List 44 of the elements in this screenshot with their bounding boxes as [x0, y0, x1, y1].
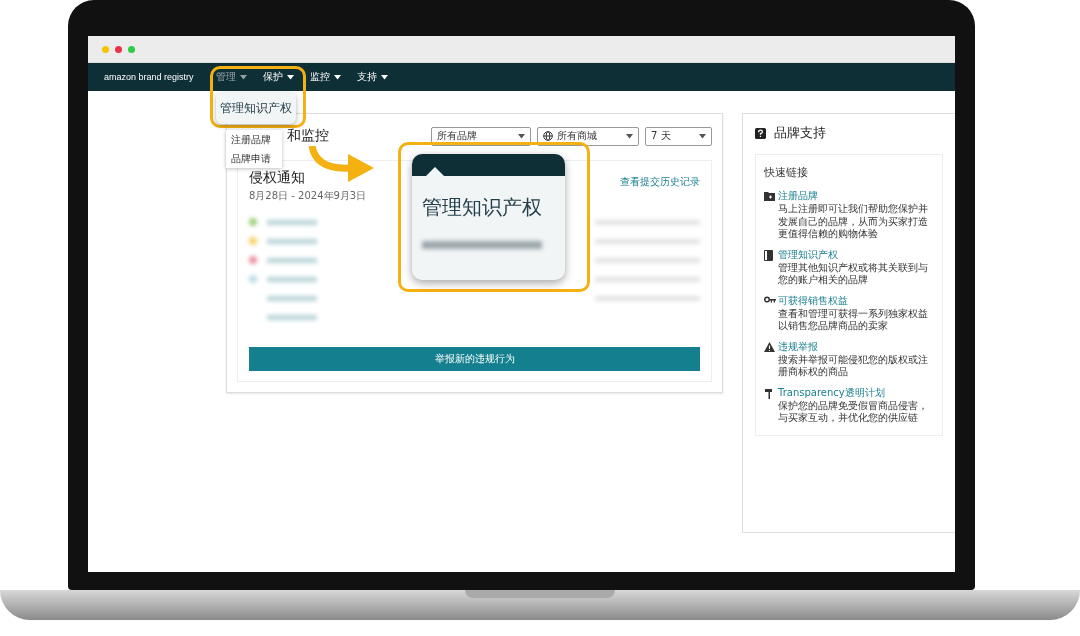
menu-item[interactable]: 管理知识产权 [412, 176, 565, 221]
window-control-dot[interactable] [115, 45, 122, 53]
history-link[interactable]: 查看提交历史记录 [620, 175, 700, 189]
book-icon [764, 249, 773, 261]
filter-select[interactable]: 7 天 [645, 126, 712, 146]
warning-icon [764, 341, 775, 352]
caret-icon [626, 133, 633, 139]
quick-link[interactable]: Transparency透明计划 [778, 385, 934, 400]
link-description: 管理其他知识产权或将其关联到与您的账户相关的品牌 [778, 261, 929, 287]
dropdown-item[interactable]: 注册品牌 [231, 132, 282, 147]
quick-link[interactable]: 违规举报 [778, 339, 934, 354]
section-title: 侵权通知 [249, 169, 306, 187]
quick-link[interactable]: 可获得销售权益 [778, 293, 934, 308]
link-description: 查看和管理可获得一系列独家权益以销售您品牌商品的卖家 [778, 307, 929, 333]
quick-link[interactable]: 注册品牌 [778, 189, 934, 203]
link-description: 马上注册即可让我们帮助您保护并发展自己的品牌，从而为买家打造更值得信赖的购物体验 [778, 203, 929, 241]
menu-item[interactable]: 管理知识产权 [220, 99, 292, 117]
window-control-dot[interactable] [128, 45, 135, 53]
help-icon [755, 127, 766, 139]
folder-plus-icon [764, 191, 775, 201]
caret-icon [239, 74, 247, 80]
globe-icon [543, 131, 553, 141]
link-description: 搜索并举报可能侵犯您的版权或注册商标权的商品 [778, 353, 929, 379]
key-icon [764, 295, 776, 303]
report-button[interactable]: 举报新的违规行为 [249, 347, 700, 371]
nav-menu-item[interactable]: 管理 [215, 70, 247, 84]
nav-menu-item[interactable]: 支持 [356, 70, 388, 84]
caret-icon [699, 133, 706, 139]
caret-icon [380, 74, 388, 80]
nav-menu-item[interactable]: 监控 [309, 70, 341, 84]
caret-icon [518, 133, 525, 139]
link-description: 保护您的品牌免受假冒商品侵害，与买家互动，并优化您的供应链 [778, 399, 929, 425]
window-control-dot[interactable] [102, 45, 109, 53]
dropdown-item[interactable]: 品牌申请 [231, 151, 282, 166]
filter-select[interactable]: 所有商城 [537, 126, 639, 146]
caret-icon [286, 74, 294, 80]
panel-title: 品牌支持 [774, 124, 826, 142]
page-title: 和监控 [287, 127, 330, 145]
quick-links-heading: 快速链接 [764, 165, 809, 180]
brand-logo: amazon brand registry [104, 72, 194, 82]
nav-menu-item[interactable]: 保护 [262, 70, 294, 84]
quick-link[interactable]: 管理知识产权 [778, 247, 934, 262]
date-range: 8月28日 - 2024年9月3日 [249, 189, 367, 203]
caret-icon [333, 74, 341, 80]
